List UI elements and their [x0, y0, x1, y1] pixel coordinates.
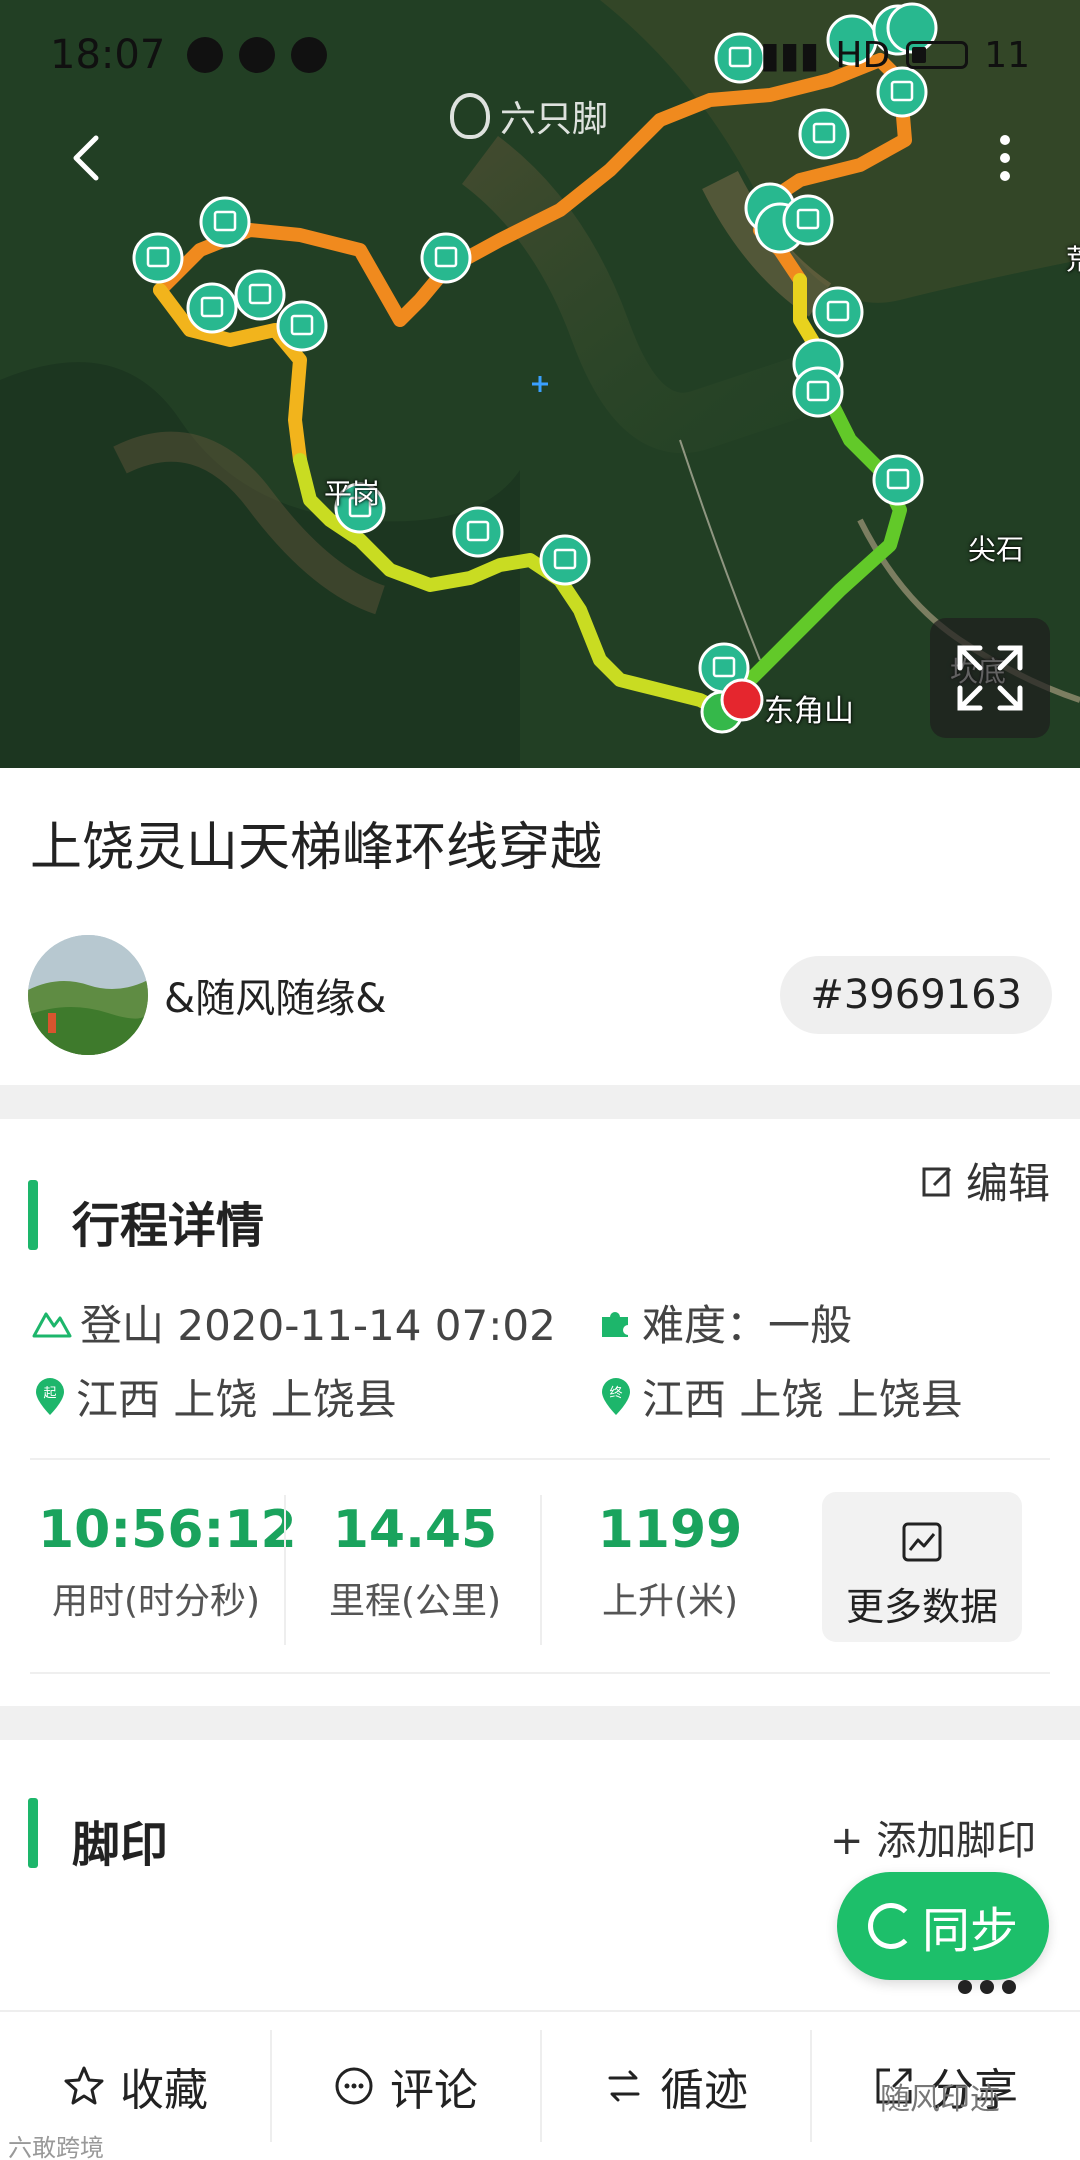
stat-ascent-value: 1199: [597, 1500, 743, 1560]
map-label-peak: 东角山: [764, 694, 854, 729]
chart-icon: [902, 1522, 942, 1562]
stats-divider: [30, 1672, 1050, 1674]
map-label-place-left: 平岗: [324, 477, 381, 510]
avatar[interactable]: [28, 935, 148, 1055]
footprints-section-title: 脚印: [72, 1817, 169, 1873]
stat-distance-label: 里程(公里): [328, 1581, 502, 1622]
map-label-edge: 荒: [1066, 238, 1080, 278]
start-location-row: 起 江西 上饶 上饶县: [32, 1366, 397, 1427]
avatar-image: [28, 935, 148, 1055]
status-time: 18:07: [50, 32, 166, 78]
map-watermark: 六只脚: [450, 90, 608, 142]
stat-ascent-label: 上升(米): [601, 1581, 739, 1622]
track-map[interactable]: 18:07 ▮▮▮ HD 11 六只脚 平岗 尖石 坎底 东角山 荒: [0, 0, 1080, 768]
track-id-badge[interactable]: #3969163: [780, 956, 1052, 1034]
start-pin-icon: 起: [36, 1377, 64, 1415]
comment-label: 评论: [390, 2065, 478, 2116]
chat-icon: [239, 37, 276, 73]
stat-distance: 14.45 里程(公里): [300, 1500, 530, 1624]
svg-text:起: 起: [43, 1386, 56, 1401]
notification-icon: [187, 37, 224, 73]
watermark-bottom-right: 随风印迹: [880, 2082, 1000, 2117]
section-accent-bar: [28, 1798, 38, 1868]
favorite-label: 收藏: [120, 2065, 208, 2116]
watermark-bottom-left: 六敢跨境: [8, 2134, 104, 2160]
end-location-row: 终 江西 上饶 上饶县: [598, 1366, 963, 1427]
hd-badge: HD: [835, 34, 891, 76]
back-button[interactable]: [58, 128, 118, 188]
comment-icon: [335, 2067, 373, 2105]
comment-button[interactable]: 评论: [270, 2012, 540, 2160]
activity-text: 登山 2020-11-14 07:02: [80, 1301, 556, 1350]
stat-divider: [284, 1495, 286, 1645]
edit-icon: [922, 1167, 952, 1196]
details-divider: [30, 1458, 1050, 1460]
section-divider: [0, 1706, 1080, 1740]
expand-icon: [957, 645, 1023, 711]
puzzle-icon: [602, 1311, 628, 1337]
sync-button[interactable]: 同步: [837, 1872, 1049, 1980]
sync-icon: [867, 1903, 914, 1949]
difficulty-row: 难度：一般: [598, 1292, 852, 1353]
author-row: &随风随缘& #3969163: [28, 935, 1052, 1055]
status-right: ▮▮▮ HD 11: [760, 35, 1030, 76]
edit-label: 编辑: [966, 1159, 1051, 1208]
follow-track-label: 循迹: [660, 2065, 748, 2116]
stat-ascent: 1199 上升(米): [560, 1500, 780, 1624]
battery-icon: [906, 41, 969, 69]
stat-divider: [540, 1495, 542, 1645]
trip-title: 上饶灵山天梯峰环线穿越: [30, 818, 603, 878]
difficulty-text: 难度：一般: [642, 1301, 853, 1350]
stat-duration: 10:56:12 用时(时分秒): [38, 1500, 297, 1624]
start-location-text: 江西 上饶 上饶县: [76, 1375, 397, 1424]
map-watermark-text: 六只脚: [500, 99, 609, 140]
sync-label: 同步: [921, 1903, 1018, 1959]
svg-text:终: 终: [609, 1385, 622, 1401]
battery-level: 11: [984, 34, 1030, 76]
star-icon: [64, 2066, 104, 2105]
more-data-label: 更多数据: [845, 1585, 998, 1629]
overflow-menu-icon[interactable]: [958, 1980, 1016, 1994]
activity-row: 登山 2020-11-14 07:02: [32, 1292, 556, 1353]
end-marker: [720, 678, 764, 722]
edit-button[interactable]: 编辑: [920, 1150, 1050, 1211]
more-data-button[interactable]: 更多数据: [822, 1492, 1022, 1642]
fullscreen-button[interactable]: [930, 618, 1050, 738]
stat-duration-value: 10:56:12: [38, 1500, 297, 1560]
route-icon: [608, 2070, 640, 2102]
add-footprint-button[interactable]: + 添加脚印: [830, 1808, 1036, 1866]
stat-distance-value: 14.45: [332, 1500, 498, 1560]
author-name[interactable]: &随风随缘&: [164, 966, 386, 1024]
signal-icon: ▮▮▮: [759, 34, 820, 76]
section-divider: [0, 1085, 1080, 1119]
footprint-logo-icon: [450, 93, 490, 139]
end-location-text: 江西 上饶 上饶县: [642, 1375, 963, 1424]
stat-duration-label: 用时(时分秒): [51, 1581, 261, 1622]
mountain-icon: [32, 1312, 72, 1337]
details-section-title: 行程详情: [72, 1198, 265, 1254]
map-label-place-right: 尖石: [968, 533, 1025, 566]
follow-track-button[interactable]: 循迹: [540, 2012, 810, 2160]
end-pin-icon: 终: [602, 1377, 630, 1415]
section-accent-bar: [28, 1180, 38, 1250]
app-icon: [291, 37, 328, 73]
more-options-button[interactable]: [985, 128, 1025, 188]
notification-icons: [187, 37, 328, 73]
